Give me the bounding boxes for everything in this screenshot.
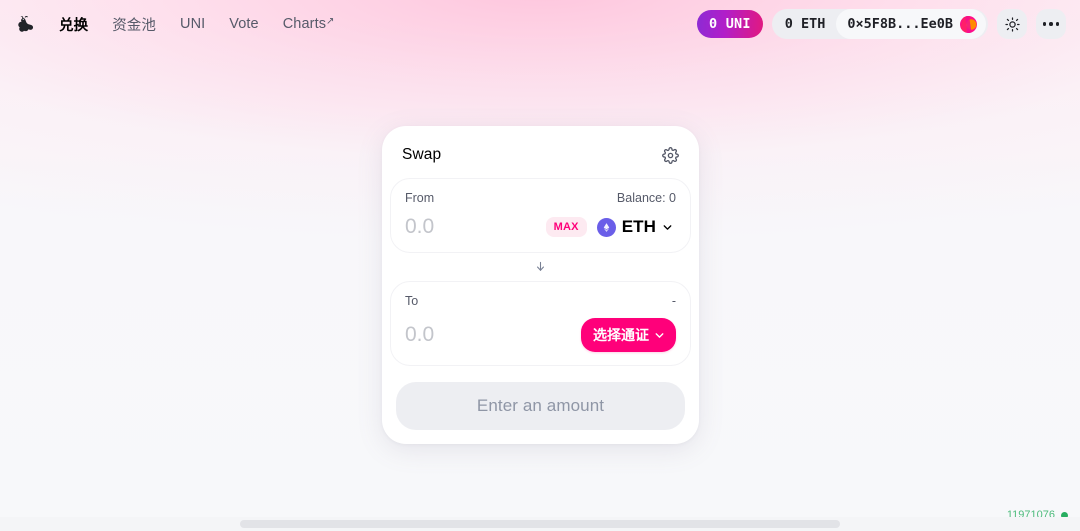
to-label: To: [405, 294, 419, 308]
chevron-down-icon: [653, 329, 666, 342]
select-token-button[interactable]: 选择通证: [581, 318, 676, 352]
to-amount-input[interactable]: [405, 323, 573, 347]
swap-direction-button[interactable]: [390, 253, 691, 281]
to-balance-label: -: [671, 294, 676, 308]
ethereum-icon: [596, 217, 616, 237]
swap-from-panel: From Balance: 0 MAX ETH: [390, 178, 691, 253]
nav-links: 兑换 资金池 UNI Vote Charts↗: [48, 8, 346, 41]
swap-submit-button: Enter an amount: [396, 382, 685, 430]
from-balance-label[interactable]: Balance: 0: [617, 191, 676, 205]
gear-icon: [662, 146, 679, 164]
avatar: [960, 15, 977, 33]
from-token-symbol: ETH: [621, 217, 656, 236]
nav-link-charts[interactable]: Charts↗: [272, 10, 346, 38]
swap-card-header: Swap: [390, 134, 691, 178]
swap-to-panel: To - 选择通证: [390, 281, 691, 366]
page-title: Swap: [402, 146, 442, 163]
swap-from-header: From Balance: 0: [405, 191, 676, 205]
horizontal-scrollbar[interactable]: [0, 517, 1080, 531]
uni-balance-badge[interactable]: 0 UNI: [697, 10, 763, 38]
uni-balance-label: 0 UNI: [709, 16, 751, 32]
nav-link-uni-label: UNI: [180, 16, 206, 32]
nav-left-group: 兑换 资金池 UNI Vote Charts↗: [8, 7, 346, 41]
account-group: 0 ETH 0×5F8B...Ee0B: [771, 9, 988, 39]
nav-link-pool[interactable]: 资金池: [101, 8, 167, 41]
nav-link-swap-label: 兑换: [59, 17, 89, 34]
nav-right-group: 0 UNI 0 ETH 0×5F8B...Ee0B: [697, 9, 1066, 39]
dots-icon: [1042, 22, 1060, 26]
more-menu-button[interactable]: [1036, 9, 1066, 39]
swap-from-row: MAX ETH: [405, 215, 676, 239]
arrow-down-icon: [534, 260, 547, 275]
external-link-icon: ↗: [326, 16, 335, 27]
nav-link-charts-label: Charts: [282, 16, 327, 32]
nav-link-vote-label: Vote: [229, 16, 259, 32]
swap-to-row: 选择通证: [405, 318, 676, 352]
swap-to-header: To -: [405, 294, 676, 308]
nav-link-swap[interactable]: 兑换: [48, 8, 99, 41]
from-label: From: [405, 191, 435, 205]
top-navigation-bar: 兑换 资金池 UNI Vote Charts↗ 0 UNI 0 ETH 0×5F…: [0, 0, 1080, 48]
nav-link-pool-label: 资金池: [112, 17, 157, 34]
app-root: 兑换 资金池 UNI Vote Charts↗ 0 UNI 0 ETH 0×5F…: [0, 0, 1080, 531]
nav-link-vote[interactable]: Vote: [218, 10, 269, 38]
select-token-label: 选择通证: [593, 327, 649, 343]
account-address-chip[interactable]: 0×5F8B...Ee0B: [836, 9, 986, 39]
settings-button[interactable]: [662, 146, 679, 164]
max-button[interactable]: MAX: [545, 217, 587, 237]
from-token-select[interactable]: ETH: [595, 215, 676, 239]
nav-link-uni[interactable]: UNI: [169, 10, 216, 38]
horizontal-scrollbar-thumb[interactable]: [240, 520, 840, 528]
swap-card: Swap From Balance: 0 MAX: [382, 126, 699, 444]
swap-submit-label: Enter an amount: [476, 396, 605, 415]
theme-toggle-button[interactable]: [997, 9, 1027, 39]
from-amount-input[interactable]: [405, 215, 538, 239]
account-address-label: 0×5F8B...Ee0B: [847, 16, 953, 32]
eth-balance-label: 0 ETH: [784, 16, 826, 32]
chevron-down-icon: [661, 221, 674, 234]
unicorn-logo-icon[interactable]: [8, 7, 42, 41]
sun-icon: [1004, 16, 1020, 32]
